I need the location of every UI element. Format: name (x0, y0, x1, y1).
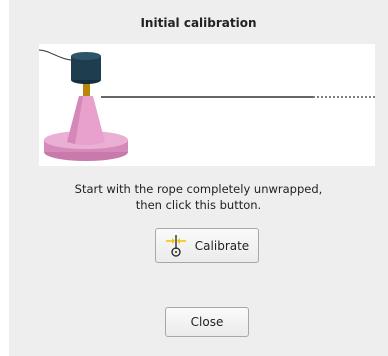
calibrate-spool-icon (165, 234, 187, 258)
calibration-dialog: Initial calibration Start with the rope … (9, 0, 388, 356)
close-button-label: Close (190, 315, 224, 329)
close-button[interactable]: Close (165, 307, 249, 337)
calibrate-button-label: Calibrate (194, 238, 250, 253)
calibrate-button[interactable]: Calibrate (155, 228, 259, 263)
winch-illustration (39, 44, 375, 166)
instructions-line-1: Start with the rope completely unwrapped… (74, 182, 323, 196)
instructions-text: Start with the rope completely unwrapped… (9, 181, 388, 213)
spool-top (71, 52, 101, 60)
instructions-line-2: then click this button. (135, 198, 262, 212)
dialog-title: Initial calibration (140, 16, 257, 30)
winch-spool-on-cone-illustration (39, 49, 375, 161)
